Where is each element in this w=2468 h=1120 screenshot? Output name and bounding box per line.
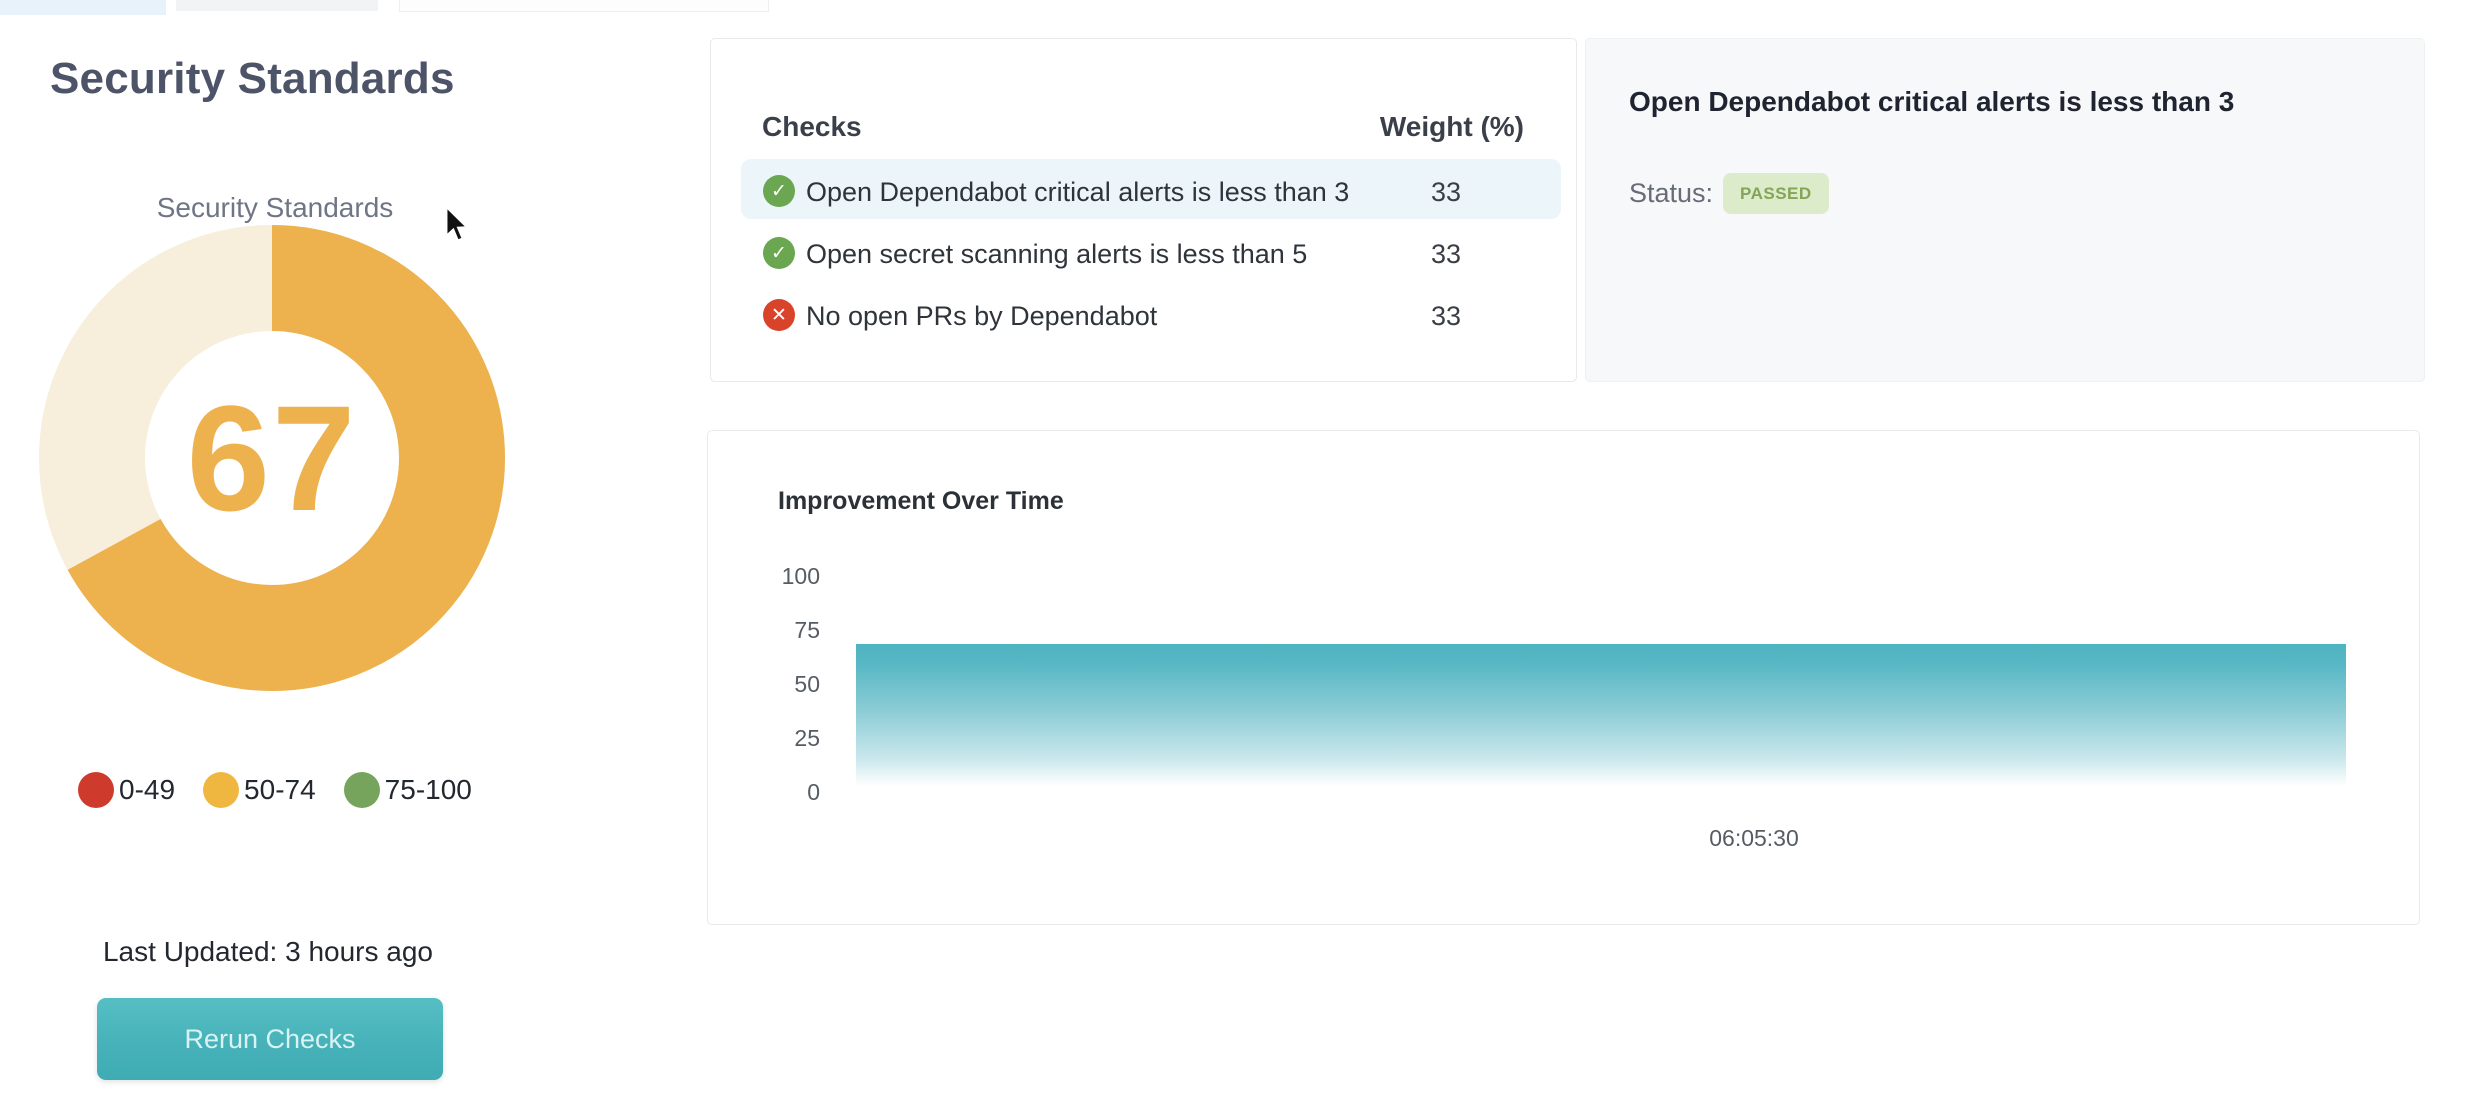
legend-label: 75-100 <box>385 774 472 806</box>
legend-item-low: 0-49 <box>78 772 175 808</box>
red-dot-icon <box>78 772 114 808</box>
check-row-open-prs[interactable]: ✕ No open PRs by Dependabot 33 <box>711 285 1576 345</box>
browser-remnant-strip <box>176 0 378 11</box>
green-dot-icon <box>344 772 380 808</box>
y-axis-tick: 0 <box>738 778 820 806</box>
checks-panel: Checks Weight (%) ✓ Open Dependabot crit… <box>710 38 1577 382</box>
security-standards-dashboard: Security Standards Security Standards 67… <box>0 0 2468 1120</box>
yellow-dot-icon <box>203 772 239 808</box>
legend-item-mid: 50-74 <box>203 772 316 808</box>
status-badge: PASSED <box>1723 173 1829 214</box>
chart-title: Improvement Over Time <box>778 487 1064 516</box>
check-failed-icon: ✕ <box>763 299 795 331</box>
legend-item-high: 75-100 <box>344 772 472 808</box>
check-passed-icon: ✓ <box>763 175 795 207</box>
x-axis-tick: 06:05:30 <box>1654 825 1854 852</box>
improvement-chart-panel: Improvement Over Time 100 75 50 25 0 06:… <box>707 430 2420 925</box>
check-weight: 33 <box>1406 177 1486 208</box>
y-axis-tick: 25 <box>738 724 820 752</box>
y-axis-tick: 100 <box>738 562 820 590</box>
page-title: Security Standards <box>50 54 455 104</box>
browser-remnant-strip <box>399 0 769 12</box>
y-axis-tick: 75 <box>738 616 820 644</box>
check-row-secret-scanning[interactable]: ✓ Open secret scanning alerts is less th… <box>711 223 1576 283</box>
status-label: Status: <box>1629 178 1713 209</box>
check-label: Open Dependabot critical alerts is less … <box>806 177 1349 208</box>
check-label: No open PRs by Dependabot <box>806 301 1157 332</box>
check-weight: 33 <box>1406 301 1486 332</box>
score-legend: 0-49 50-74 75-100 <box>78 772 472 808</box>
y-axis-tick: 50 <box>738 670 820 698</box>
check-passed-icon: ✓ <box>763 237 795 269</box>
check-row-dependabot-critical[interactable]: ✓ Open Dependabot critical alerts is les… <box>711 161 1576 221</box>
check-detail-title: Open Dependabot critical alerts is less … <box>1629 86 2234 118</box>
weight-column-header: Weight (%) <box>1380 111 1524 143</box>
area-series <box>856 644 2346 794</box>
last-updated-text: Last Updated: 3 hours ago <box>48 936 488 968</box>
check-weight: 33 <box>1406 239 1486 270</box>
score-gauge: 67 <box>32 218 512 698</box>
check-detail-panel: Open Dependabot critical alerts is less … <box>1585 38 2425 382</box>
check-label: Open secret scanning alerts is less than… <box>806 239 1307 270</box>
legend-label: 50-74 <box>244 774 316 806</box>
checks-column-header: Checks <box>762 111 862 143</box>
rerun-checks-button[interactable]: Rerun Checks <box>97 998 443 1080</box>
browser-remnant-strip <box>0 0 166 15</box>
legend-label: 0-49 <box>119 774 175 806</box>
gauge-score-value: 67 <box>32 218 512 698</box>
